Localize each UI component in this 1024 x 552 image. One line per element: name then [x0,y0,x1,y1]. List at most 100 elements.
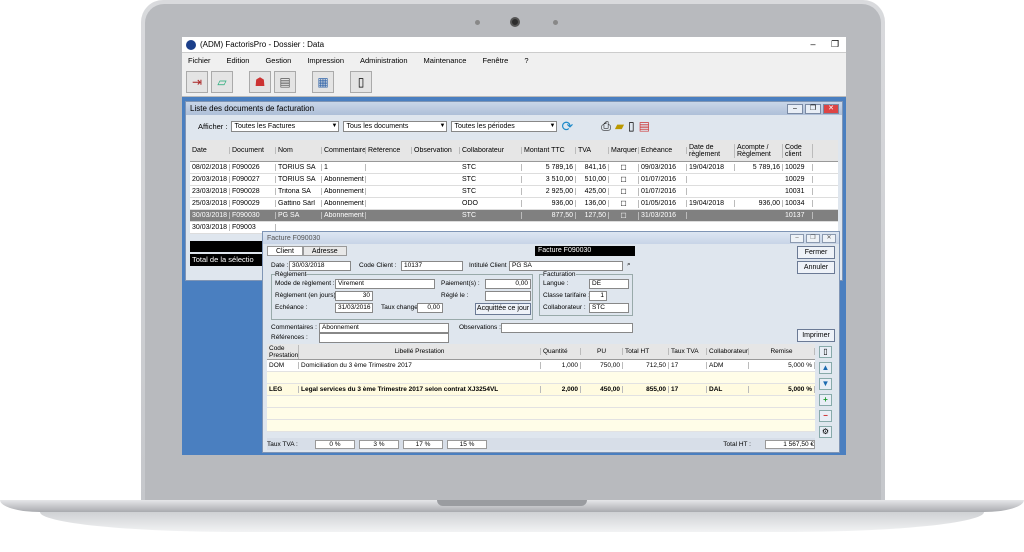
export-icon[interactable]: ▰ [615,119,624,133]
menu-administration[interactable]: Administration [360,56,408,65]
col-montant[interactable]: Montant TTC [522,147,576,154]
intitule-field[interactable]: PG SA [509,261,623,271]
list-item[interactable]: LEG Legal services du 3 ème Trimestre 201… [267,384,815,396]
menu-maintenance[interactable]: Maintenance [424,56,467,65]
exit-icon[interactable]: ⇥ [186,70,208,93]
add-line-icon[interactable]: + [819,394,832,406]
list-item[interactable]: DOM Domiciliation du 3 ème Trimestre 2017… [267,360,815,372]
langue-select[interactable]: DE [589,279,629,289]
settings-icon[interactable]: ⚙ [819,426,832,438]
table-cell: 136,00 [576,200,609,207]
marquer-checkbox[interactable]: ☐ [620,189,626,196]
references-field[interactable] [319,333,449,343]
classe-field[interactable]: 1 [589,291,607,301]
commentaires-field[interactable]: Abonnement [319,323,449,333]
selection-bar [190,241,262,252]
folder-icon[interactable]: ▱ [211,70,233,93]
col-date[interactable]: Date [190,147,230,154]
mode-select[interactable]: Virement [335,279,435,289]
col-total-ht[interactable]: Total HT [623,348,669,355]
table-cell: TORIUS SA [276,164,322,171]
menu-fichier[interactable]: Fichier [188,56,211,65]
date-field[interactable]: 30/03/2018 [289,261,351,271]
col-libelle[interactable]: Libellé Prestation [299,348,541,355]
minimize-icon[interactable]: – [802,39,824,50]
cancel-button[interactable]: Annuler [797,261,835,274]
printer-icon[interactable]: ⎙ [601,119,611,134]
observations-field[interactable] [501,323,633,333]
table-row[interactable]: 20/03/2018 F090027 TORIUS SA Abonnement STC 3… [190,174,838,186]
users-icon[interactable]: ☗ [249,70,271,93]
calculator-icon[interactable]: ▦ [312,70,334,93]
table-cell: Abonnement [322,188,366,195]
marquer-checkbox[interactable]: ☐ [620,213,626,220]
minimize-icon[interactable]: – [790,233,804,243]
col-commentaire[interactable]: Commentaire [322,147,366,154]
col-quantite[interactable]: Quantité [541,348,581,355]
menu-impression[interactable]: Impression [307,56,344,65]
taux-field[interactable]: 0,00 [417,303,443,313]
col-observation[interactable]: Observation [412,147,460,154]
minimize-icon[interactable]: – [787,103,803,114]
restore-icon[interactable]: ❐ [806,233,820,243]
col-collaborateur[interactable]: Collaborateur [707,348,749,355]
refresh-icon[interactable]: ⟳ [561,118,573,135]
tab-adresse[interactable]: Adresse [302,246,347,256]
page-icon[interactable]: ▯ [819,346,832,358]
col-code-prestation[interactable]: Code Prestation [267,344,299,359]
paiement-field[interactable]: 0,00 [485,279,531,289]
prestation-cell: 5,000 % [749,362,815,369]
tab-client[interactable]: Client [267,246,303,256]
col-marquer[interactable]: Marquer [609,147,639,154]
arrow-down-icon[interactable]: ▼ [819,378,832,390]
marquer-checkbox[interactable]: ☐ [620,177,626,184]
col-date-reglement[interactable]: Date de règlement [687,143,735,158]
marquer-checkbox[interactable]: ☐ [620,165,626,172]
menu-help[interactable]: ? [524,56,528,65]
col-acompte[interactable]: Acompte / Règlement [735,143,783,158]
echeance-field[interactable]: 31/03/2016 [335,303,373,313]
col-taux-tva[interactable]: Taux TVA [669,348,707,355]
restore-icon[interactable]: ❐ [824,39,846,50]
page-icon[interactable]: ▯ [628,119,635,133]
menu-gestion[interactable]: Gestion [265,56,291,65]
table-cell: ☐ [609,211,639,220]
document-icon[interactable]: ▯ [350,70,372,93]
col-collaborateur[interactable]: Collaborateur [460,147,522,154]
col-nom[interactable]: Nom [276,147,322,154]
close-button[interactable]: Fermer [797,246,835,259]
search-icon[interactable]: ⌕ [627,261,631,269]
empty-row [267,396,815,408]
table-row[interactable]: 25/03/2018 F090029 Gattino Sàrl Abonnement O… [190,198,838,210]
filter-invoice-select[interactable]: Toutes les Factures [231,120,340,132]
marquer-checkbox[interactable]: ☐ [620,201,626,208]
close-icon[interactable]: ✕ [822,233,836,243]
code-client-field[interactable]: 10137 [401,261,463,271]
col-code-client[interactable]: Code client [783,143,813,158]
reglement-jours-field[interactable]: 30 [335,291,373,301]
col-pu[interactable]: PU [581,348,623,355]
report-icon[interactable]: ▤ [639,119,650,133]
col-echeance[interactable]: Echéance [639,147,687,154]
close-icon[interactable]: ✕ [823,103,839,114]
restore-icon[interactable]: ❐ [805,103,821,114]
table-row[interactable]: 23/03/2018 F090028 Tritona SA Abonnement STC… [190,186,838,198]
col-document[interactable]: Document [230,147,276,154]
remove-line-icon[interactable]: − [819,410,832,422]
books-icon[interactable]: ▤ [274,70,296,93]
col-reference[interactable]: Référence [366,147,412,154]
menu-edition[interactable]: Edition [227,56,250,65]
filter-document-select[interactable]: Tous les documents [343,120,448,132]
prestation-cell: 712,50 [623,362,669,369]
col-remise[interactable]: Remise [749,348,815,355]
print-button[interactable]: Imprimer [797,329,835,342]
acquittee-button[interactable]: Acquittée ce jour [475,303,531,315]
regle-field[interactable] [485,291,531,301]
filter-period-select[interactable]: Toutes les périodes [451,120,558,132]
arrow-up-icon[interactable]: ▲ [819,362,832,374]
menu-fenetre[interactable]: Fenêtre [482,56,508,65]
col-tva[interactable]: TVA [576,147,609,154]
collab-select[interactable]: STC [589,303,629,313]
table-row[interactable]: 08/02/2018 F090026 TORIUS SA 1 STC 5 789,16 84… [190,162,838,174]
table-row[interactable]: 30/03/2018 F090030 PG SA Abonnement STC 877,5… [190,210,838,222]
